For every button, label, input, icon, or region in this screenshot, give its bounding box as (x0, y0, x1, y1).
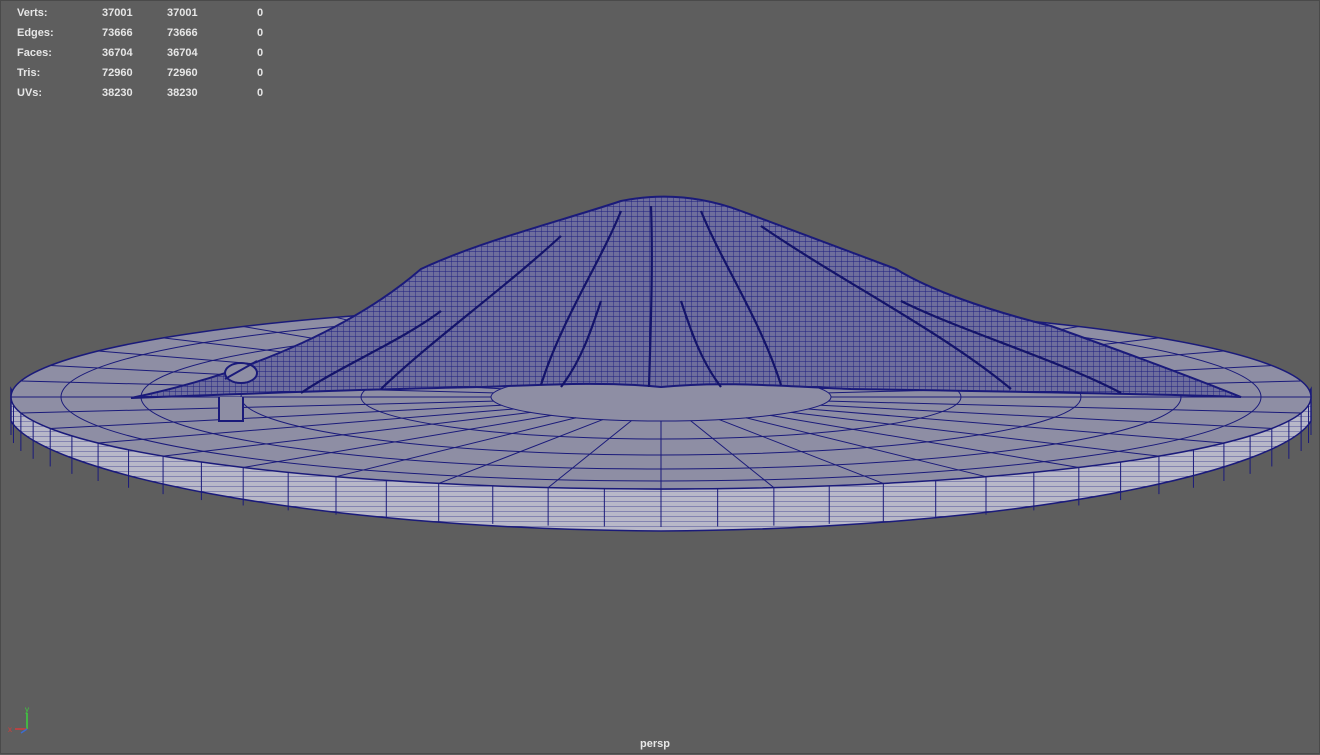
hud-row-uvs: UVs: 38230 38230 0 (17, 83, 277, 103)
axis-gizmo-icon: y x (8, 705, 29, 734)
hud-label: Edges: (17, 27, 54, 39)
axis-x-label: x (8, 725, 12, 734)
hud-value-world: 37001 (102, 7, 133, 19)
hud-value-selection: 37001 (167, 7, 198, 19)
hud-label: UVs: (17, 87, 43, 99)
hud-label: Tris: (17, 67, 41, 79)
hud-value-selection: 36704 (167, 47, 198, 59)
hud-label: Verts: (17, 7, 48, 19)
viewport-persp[interactable]: Verts: 37001 37001 0 Edges: 73666 73666 … (0, 0, 1320, 754)
heads-up-display: Verts: 37001 37001 0 Edges: 73666 73666 … (17, 3, 277, 103)
hud-value-world: 73666 (102, 27, 133, 39)
hud-row-edges: Edges: 73666 73666 0 (17, 23, 277, 43)
hud-label: Faces: (17, 47, 52, 59)
scene-wireframe[interactable] (1, 1, 1320, 755)
hud-value-highlighted: 0 (257, 7, 264, 19)
hud-row-faces: Faces: 36704 36704 0 (17, 43, 277, 63)
hud-value-selection: 72960 (167, 67, 198, 79)
hud-value-selection: 38230 (167, 87, 198, 99)
hud-value-highlighted: 0 (257, 67, 264, 79)
hud-row-verts: Verts: 37001 37001 0 (17, 3, 277, 23)
hud-value-highlighted: 0 (257, 87, 264, 99)
camera-name-label: persp (640, 738, 670, 750)
hud-value-highlighted: 0 (257, 27, 264, 39)
hud-value-world: 36704 (102, 47, 133, 59)
hud-value-world: 72960 (102, 67, 133, 79)
hud-value-highlighted: 0 (257, 47, 264, 59)
hud-value-selection: 73666 (167, 27, 198, 39)
hud-value-world: 38230 (102, 87, 133, 99)
hud-row-tris: Tris: 72960 72960 0 (17, 63, 277, 83)
axis-y-label: y (25, 705, 29, 714)
